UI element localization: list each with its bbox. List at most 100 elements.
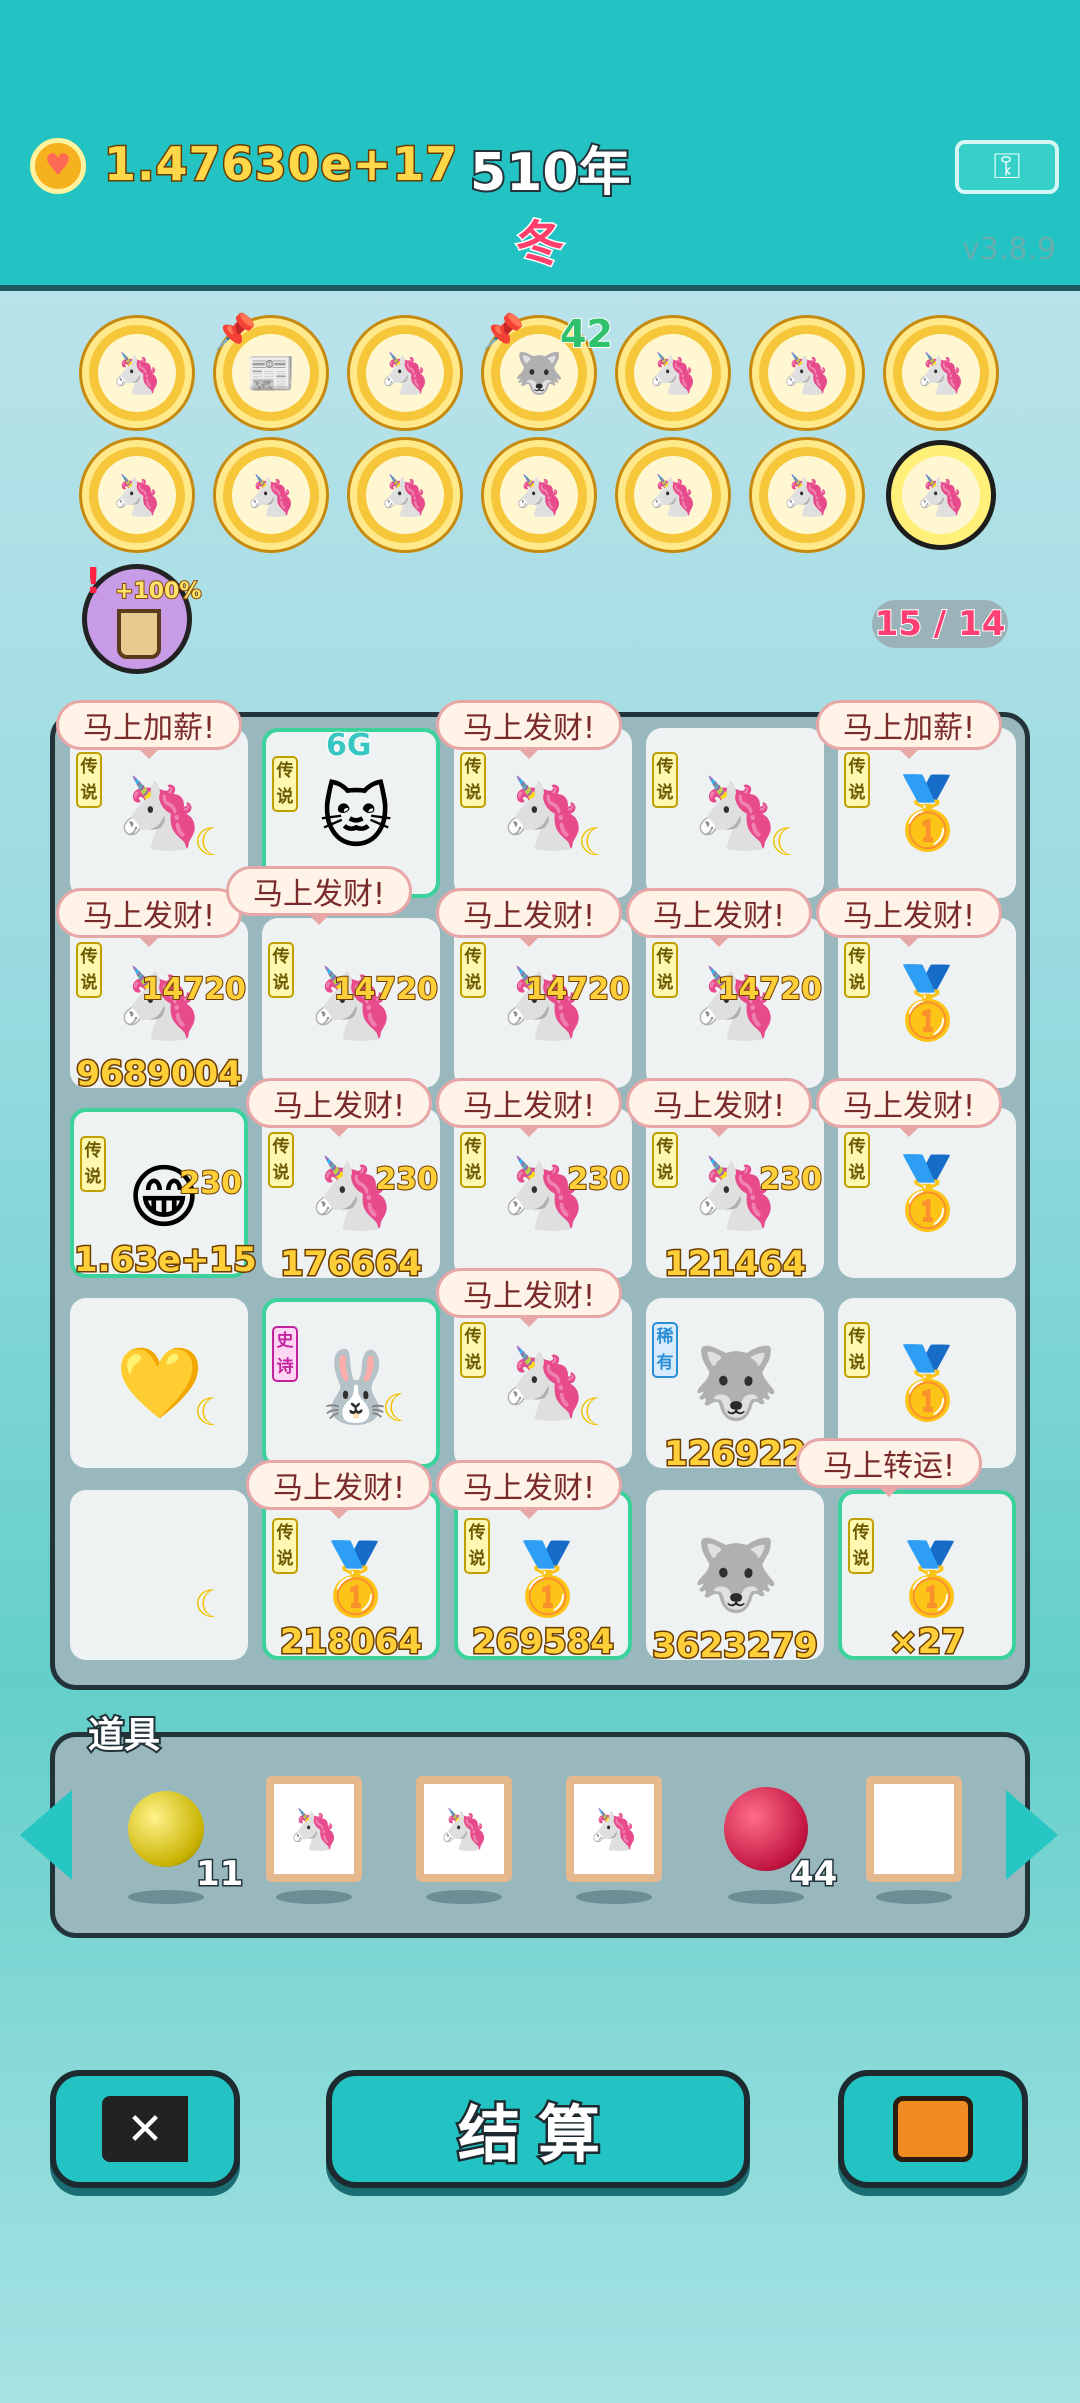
rarity-tag: 传说 bbox=[652, 942, 678, 998]
prop-slot[interactable]: 🦄 bbox=[566, 1776, 662, 1904]
tile-value: 121464 bbox=[663, 1243, 808, 1286]
board-tile[interactable]: 传说 🦄 14720 bbox=[646, 918, 824, 1088]
board-tile[interactable]: 传说 🦄 230 176664 bbox=[262, 1108, 440, 1286]
unicorn-icon: 🦄 bbox=[232, 456, 310, 534]
rarity-tag: 传说 bbox=[268, 1132, 294, 1188]
year-label: 510年 bbox=[468, 141, 633, 205]
prop-slot[interactable]: 🦄 bbox=[416, 1776, 512, 1904]
board-tile[interactable]: 传说 🥇 ×27 bbox=[838, 1490, 1016, 1664]
rarity-tag: 史诗 bbox=[272, 1326, 298, 1382]
prop-quantity: 44 bbox=[788, 1853, 838, 1896]
board-tile[interactable]: 传说 🥇 bbox=[838, 918, 1016, 1088]
scroll-right-arrow-icon[interactable] bbox=[1006, 1790, 1058, 1880]
avatar-slot[interactable]: 🦄 bbox=[216, 440, 326, 550]
unicorn-icon: 🦄 bbox=[366, 456, 444, 534]
speech-bubble: 马上发财! bbox=[436, 700, 623, 759]
scroll-left-arrow-icon[interactable] bbox=[20, 1790, 72, 1880]
avatar-slot[interactable]: 🦄 bbox=[752, 440, 862, 550]
board-tile-empty[interactable]: ☾ bbox=[70, 1490, 248, 1660]
avatar-slot-selected[interactable]: 🦄 bbox=[886, 440, 996, 550]
board-tile[interactable]: 传说 🥇 bbox=[838, 1108, 1016, 1278]
buff-item[interactable]: ! +100% bbox=[82, 561, 202, 674]
avatar-slot[interactable]: 🦄 bbox=[752, 318, 862, 428]
board-tile[interactable]: 传说 🦄 ☾ bbox=[454, 1298, 632, 1468]
unicorn-icon: 🦄 bbox=[634, 334, 712, 412]
level-badge: 42 bbox=[559, 311, 614, 357]
gold-ingot-icon: 🥇 bbox=[884, 961, 972, 1044]
rarity-tag: 传说 bbox=[460, 942, 486, 998]
board-tile[interactable]: 💛 ☾ bbox=[70, 1298, 248, 1468]
rarity-tag: 传说 bbox=[652, 752, 678, 808]
avatar-slot[interactable]: 🦄 bbox=[618, 318, 728, 428]
gold-ingot-icon: 🥇 bbox=[884, 771, 972, 854]
board-tile[interactable]: 🐺 3623279 bbox=[646, 1490, 824, 1668]
gold-ingot-icon: 🥇 bbox=[884, 1341, 972, 1424]
buff-percent: +100% bbox=[114, 578, 202, 605]
pin-icon: 📌 bbox=[214, 312, 257, 352]
briefcase-button[interactable] bbox=[838, 2070, 1028, 2188]
unicorn-icon: 🦄 bbox=[634, 456, 712, 534]
rarity-tag: 稀有 bbox=[652, 1322, 678, 1378]
rarity-tag: 传说 bbox=[460, 752, 486, 808]
board-tile[interactable]: 传说 🦄 ☾ bbox=[646, 728, 824, 898]
tile-top-label: 6G bbox=[325, 727, 372, 764]
moon-icon: ☾ bbox=[193, 1390, 228, 1434]
tile-value: 9689004 bbox=[75, 1053, 244, 1096]
gold-ingot-icon: 🥇 bbox=[312, 1537, 400, 1620]
speech-bubble: 马上发财! bbox=[436, 1460, 623, 1519]
unicorn-icon: 🦄 bbox=[98, 456, 176, 534]
unicorn-icon: 🦄 bbox=[768, 456, 846, 534]
avatar-slot[interactable]: 🦄 bbox=[82, 318, 192, 428]
board-tile[interactable]: 传说 🥇 218064 bbox=[262, 1490, 440, 1664]
rarity-tag: 传说 bbox=[460, 1322, 486, 1378]
board-tile[interactable]: 史诗 🐰 ☾ bbox=[262, 1298, 440, 1468]
board-tile[interactable]: 稀有 🐺 126922 bbox=[646, 1298, 824, 1476]
alert-icon: ! bbox=[85, 561, 102, 602]
prop-quantity: 11 bbox=[194, 1853, 244, 1896]
tile-bonus: 230 bbox=[178, 1165, 243, 1202]
tile-bonus: 14720 bbox=[141, 971, 247, 1008]
avatar-slot[interactable]: 🦄 bbox=[350, 318, 460, 428]
moon-icon: ☾ bbox=[769, 820, 804, 864]
prop-slot[interactable] bbox=[866, 1776, 962, 1904]
avatar-slot[interactable]: 🦄 bbox=[82, 440, 192, 550]
avatar-slot[interactable]: 🦄 bbox=[886, 318, 996, 428]
cat-icon: 🐱 bbox=[319, 776, 393, 858]
unicorn-icon: 🦄 bbox=[500, 456, 578, 534]
speech-bubble: 马上发财! bbox=[226, 866, 413, 925]
board-tile[interactable]: 传说 😁 230 1.63e+15 bbox=[70, 1108, 259, 1282]
avatar-slot[interactable]: 🦄 bbox=[350, 440, 460, 550]
tile-value: 269584 bbox=[471, 1621, 616, 1664]
speech-bubble: 马上加薪! bbox=[56, 700, 243, 759]
cup-icon bbox=[117, 609, 161, 659]
rarity-tag: 传说 bbox=[272, 756, 298, 812]
prop-slot[interactable]: 🦄 bbox=[266, 1776, 362, 1904]
board-tile[interactable]: 传说 🦄 230 121464 bbox=[646, 1108, 824, 1286]
unicorn-icon: 🦄 bbox=[768, 334, 846, 412]
board-tile[interactable]: 传说 🦄 230 bbox=[454, 1108, 632, 1278]
board-tile[interactable]: 传说 🦄 ☾ bbox=[454, 728, 632, 898]
gold-ingot-icon: 🥇 bbox=[884, 1151, 972, 1234]
tile-value: 3623279 bbox=[651, 1625, 820, 1668]
briefcase-icon bbox=[893, 2096, 973, 2162]
speech-bubble: 马上发财! bbox=[816, 888, 1003, 947]
board-tile[interactable]: 传说 🦄 14720 bbox=[454, 918, 632, 1088]
delete-button[interactable]: ✕ bbox=[50, 2070, 240, 2188]
settle-button[interactable]: 结算 bbox=[326, 2070, 750, 2188]
season-label: 冬 bbox=[514, 215, 565, 274]
husky-icon: 🐺 bbox=[692, 1341, 780, 1424]
tile-bonus: 14720 bbox=[333, 971, 439, 1008]
golden-ball-icon bbox=[128, 1791, 204, 1867]
board-tile[interactable]: 传说 🥇 269584 bbox=[454, 1490, 632, 1664]
slot-counter: 15 / 14 bbox=[872, 600, 1008, 648]
board-tile[interactable]: 传说 🦄 14720 bbox=[262, 918, 440, 1088]
rarity-tag: 传说 bbox=[464, 1518, 490, 1574]
avatar-slot[interactable]: 🦄 bbox=[484, 440, 594, 550]
key-button[interactable]: ⚿ bbox=[955, 140, 1059, 194]
rarity-tag: 传说 bbox=[460, 1132, 486, 1188]
avatar-slot[interactable]: 🦄 bbox=[618, 440, 728, 550]
board-tile[interactable]: 传说 🥇 bbox=[838, 728, 1016, 898]
heart-coin-icon: ♥ bbox=[30, 138, 86, 194]
tile-value: 1.63e+15 bbox=[73, 1239, 259, 1282]
speech-bubble: 马上发财! bbox=[246, 1460, 433, 1519]
